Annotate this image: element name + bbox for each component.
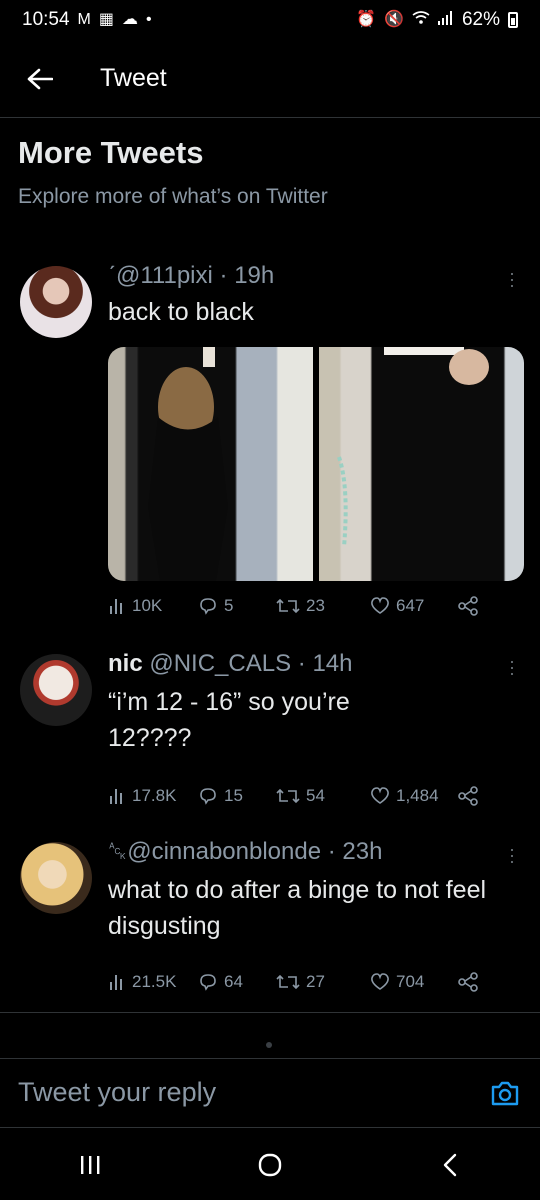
retweet-button[interactable]: 23 [276, 596, 370, 616]
reply-bar: Tweet your reply [0, 1058, 540, 1128]
tweet-actions: 21.5K 64 27 704 [108, 972, 488, 992]
reply-button[interactable]: 64 [198, 972, 276, 992]
tweet-actions: 17.8K 15 54 1,484 [108, 786, 488, 806]
tweet-time: · 14h [297, 650, 353, 677]
tweet-actions: 10K 5 23 647 [108, 596, 488, 616]
tweet-handle[interactable]: ␆@cinnabonblonde [108, 838, 321, 865]
like-count: 647 [396, 596, 425, 615]
heart-icon [371, 787, 389, 804]
heart-icon [371, 597, 389, 614]
tweet-text: back to black [108, 298, 254, 326]
views-stat[interactable]: 17.8K [108, 786, 198, 806]
views-count: 10K [132, 596, 163, 615]
retweet-button[interactable]: 54 [276, 786, 370, 806]
alarm-icon: ⏰ [356, 11, 377, 28]
views-icon [110, 975, 122, 990]
more-options-icon[interactable]: · · · [506, 652, 518, 682]
reply-icon [200, 598, 216, 615]
tweet-header: ␆@cinnabonblonde · 23h [108, 838, 518, 866]
more-tweets-header: More Tweets Explore more of what’s on Tw… [18, 135, 328, 209]
share-button[interactable] [458, 786, 478, 806]
retweet-count: 23 [306, 596, 325, 615]
tweet-handle[interactable]: @NIC_CALS [149, 650, 291, 677]
reply-button[interactable]: 15 [198, 786, 276, 806]
share-button[interactable] [458, 972, 478, 992]
tweet-display-name[interactable]: nic [108, 650, 143, 677]
arrow-left-icon[interactable] [10, 49, 70, 109]
views-stat[interactable]: 10K [108, 596, 198, 616]
tweet-time: · 23h [327, 838, 383, 865]
dot-icon: • [146, 11, 152, 28]
camera-icon[interactable] [490, 1079, 520, 1109]
reply-input[interactable]: Tweet your reply [18, 1077, 216, 1108]
recents-icon[interactable] [60, 1140, 120, 1190]
home-icon[interactable] [240, 1140, 300, 1190]
like-button[interactable]: 704 [370, 972, 458, 992]
battery-icon [508, 12, 518, 28]
tweet-handle[interactable]: ˊ@111pixi [108, 262, 213, 289]
tweet-header: ˊ@111pixi · 19h [108, 262, 518, 290]
avatar[interactable] [20, 842, 92, 914]
top-bar: Tweet [0, 40, 540, 118]
retweet-icon [276, 788, 300, 804]
tweet-time: · 19h [219, 262, 275, 289]
reply-icon [200, 788, 216, 805]
media-image-2[interactable] [319, 347, 524, 581]
retweet-count: 54 [306, 786, 325, 805]
cloud-icon: ☁ [122, 11, 138, 28]
more-options-icon[interactable]: · · · [506, 840, 518, 870]
back-icon[interactable] [420, 1140, 480, 1190]
views-count: 21.5K [132, 972, 177, 991]
share-icon [458, 786, 478, 806]
reply-count: 64 [224, 972, 243, 991]
reply-count: 5 [224, 596, 234, 615]
like-count: 704 [396, 972, 425, 991]
tweet-text: what to do after a binge to not feel dis… [108, 876, 487, 941]
like-button[interactable]: 647 [370, 596, 458, 616]
like-count: 1,484 [396, 786, 439, 805]
wifi-icon [412, 11, 430, 29]
retweet-button[interactable]: 27 [276, 972, 370, 992]
gmail-icon: M [77, 11, 91, 28]
views-count: 17.8K [132, 786, 177, 805]
retweet-count: 27 [306, 972, 325, 991]
section-title: More Tweets [18, 135, 204, 170]
reply-icon [200, 974, 216, 991]
tweet-header: nic @NIC_CALS · 14h [108, 650, 518, 678]
views-icon [110, 599, 122, 614]
more-options-icon[interactable]: · · · [506, 264, 518, 294]
like-button[interactable]: 1,484 [370, 786, 458, 806]
avatar[interactable] [20, 266, 92, 338]
divider [0, 1012, 540, 1013]
signal-icon [437, 11, 454, 29]
page-title: Tweet [100, 64, 167, 92]
mute-icon: 🔇 [384, 11, 404, 28]
calendar-icon: ▦ [98, 11, 114, 28]
reply-button[interactable]: 5 [198, 596, 276, 616]
retweet-icon [276, 598, 300, 614]
battery-level: 62% [461, 9, 500, 30]
share-icon [458, 972, 478, 992]
tweet-media[interactable] [108, 347, 524, 581]
reply-count: 15 [224, 786, 243, 805]
media-image-1[interactable] [108, 347, 313, 581]
share-button[interactable] [458, 596, 478, 616]
section-subtitle: Explore more of what’s on Twitter [18, 185, 328, 208]
views-icon [110, 789, 122, 804]
retweet-icon [276, 974, 300, 990]
system-nav-bar [0, 1130, 540, 1200]
scroll-dot [266, 1042, 272, 1048]
heart-icon [371, 973, 389, 990]
views-stat[interactable]: 21.5K [108, 972, 198, 992]
status-bar: 10:54 M ▦ ☁ • ⏰ 🔇 62% [0, 0, 540, 40]
share-icon [458, 596, 478, 616]
avatar[interactable] [20, 654, 92, 726]
tweet-text: “i’m 12 - 16” so you’re 12???? [108, 688, 350, 753]
status-time: 10:54 [22, 9, 70, 30]
